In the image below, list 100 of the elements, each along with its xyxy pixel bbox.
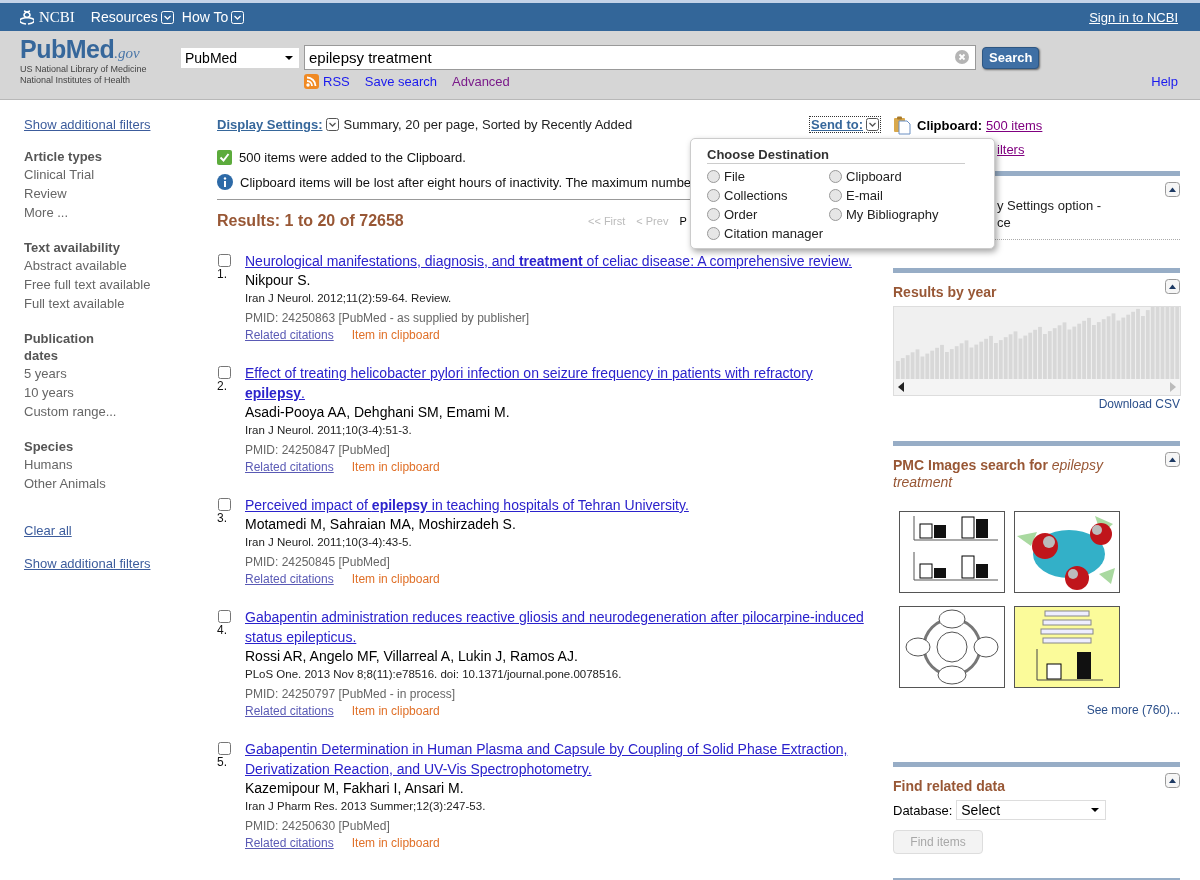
option-label[interactable]: Collections: [724, 188, 788, 203]
search-button[interactable]: Search: [982, 46, 1040, 69]
filters-link[interactable]: ilters: [997, 141, 1025, 158]
logo-subtitle: US National Library of Medicine: [20, 64, 148, 75]
related-citations-link[interactable]: Related citations: [245, 460, 334, 474]
clear-all-link[interactable]: Clear all: [24, 523, 72, 538]
clipboard-icon: [893, 116, 911, 135]
scroll-left-icon[interactable]: [898, 382, 904, 392]
related-citations-link[interactable]: Related citations: [245, 704, 334, 718]
download-csv-link[interactable]: Download CSV: [1098, 397, 1180, 411]
clipboard-status: Item in clipboard: [351, 328, 440, 342]
radio-button[interactable]: [707, 208, 720, 221]
search-field[interactable]: epilepsy treatment: [304, 45, 976, 70]
radio-button[interactable]: [707, 189, 720, 202]
radio-button[interactable]: [829, 189, 842, 202]
collapse-button[interactable]: [1165, 452, 1180, 467]
filter-item[interactable]: 10 years: [24, 383, 193, 402]
database-select[interactable]: Select: [956, 800, 1107, 820]
chevron-icon[interactable]: [866, 118, 879, 131]
result-checkbox[interactable]: [218, 254, 231, 267]
result-number: 2.: [217, 379, 227, 393]
result-citation: Iran J Neurol. 2011;10(3-4):43-5.: [245, 535, 413, 550]
radio-button[interactable]: [829, 208, 842, 221]
radio-button[interactable]: [707, 227, 720, 240]
filter-item[interactable]: Free full text available: [24, 275, 193, 294]
header-link[interactable]: Save search: [364, 74, 437, 89]
filter-item[interactable]: Humans: [24, 455, 193, 474]
result-pmid: PMID: 24250845 [PubMed]: [245, 554, 391, 571]
option-label[interactable]: Clipboard: [846, 169, 902, 184]
see-more-link[interactable]: See more (760)...: [1086, 703, 1180, 717]
filter-item[interactable]: Custom range...: [24, 402, 193, 421]
option-label[interactable]: Citation manager: [724, 226, 823, 241]
result-number: 1.: [217, 267, 227, 281]
database-label: Database:: [893, 802, 953, 818]
filter-group-title: Text availability: [24, 239, 121, 256]
result-title-link[interactable]: Gabapentin administration reduces reactive gliosis and neurodegeneration after pilocarpine-induced status epilepticus.: [245, 607, 870, 647]
filter-group-title: Publication dates: [24, 330, 96, 364]
display-settings-link[interactable]: Display Settings:: [217, 117, 323, 132]
section-title: PMC Images search for epilepsy treatment: [893, 456, 1105, 491]
result-title-link[interactable]: Gabapentin Determination in Human Plasma and Capsule by Coupling of Solid Phase Extraction, Derivatization Reaction, and UV-Vis Spectrophotometry.: [245, 739, 870, 779]
clipboard-count-link[interactable]: 500 items: [986, 118, 1043, 133]
collapse-button[interactable]: [1165, 773, 1180, 788]
result-number: 5.: [217, 755, 227, 769]
result-title-link[interactable]: Perceived impact of epilepsy in teaching hospitals of Tehran University.: [245, 495, 870, 515]
send-to-button[interactable]: Send to:: [810, 117, 880, 132]
database-select[interactable]: PubMed: [180, 46, 300, 69]
result-authors: Motamedi M, Sahraian MA, Moshirzadeh S.: [245, 515, 517, 534]
message-text: 500 items were added to the Clipboard.: [239, 150, 466, 165]
filter-item[interactable]: More ...: [24, 203, 193, 222]
help-link[interactable]: Help: [1151, 74, 1178, 89]
filter-group-title: Species: [24, 438, 75, 455]
results-count: Results: 1 to 20 of 72658: [217, 212, 405, 230]
related-citations-link[interactable]: Related citations: [245, 836, 334, 850]
filter-item[interactable]: Clinical Trial: [24, 165, 193, 184]
collapse-button[interactable]: [1165, 182, 1180, 197]
result-number: 3.: [217, 511, 227, 525]
radio-button[interactable]: [707, 170, 720, 183]
option-label[interactable]: My Bibliography: [846, 207, 939, 222]
option-label[interactable]: File: [724, 169, 745, 184]
result-authors: Asadi-Pooya AA, Dehghani SM, Emami M.: [245, 403, 511, 422]
result-checkbox[interactable]: [218, 742, 231, 755]
filter-item[interactable]: 5 years: [24, 364, 193, 383]
related-citations-link[interactable]: Related citations: [245, 328, 334, 342]
filter-item[interactable]: Abstract available: [24, 256, 193, 275]
result-checkbox[interactable]: [218, 366, 231, 379]
result-authors: Kazemipour M, Fakhari I, Ansari M.: [245, 779, 465, 798]
result-authors: Nikpour S.: [245, 271, 312, 290]
result-title-link[interactable]: Effect of treating helicobacter pylori infection on seizure frequency in patients with refractory epilepsy.: [245, 363, 870, 403]
chevron-icon[interactable]: [326, 118, 340, 131]
caret-icon: [285, 55, 293, 60]
option-label[interactable]: Order: [724, 207, 758, 222]
result-title-link[interactable]: Neurological manifestations, diagnosis, and treatment of celiac disease: A comprehensive review.: [245, 251, 870, 271]
rss-icon[interactable]: [304, 74, 319, 89]
filters-link[interactable]: Show additional filters: [24, 117, 151, 132]
related-citations-link[interactable]: Related citations: [245, 572, 334, 586]
collapse-button[interactable]: [1165, 279, 1180, 294]
message-text: Clipboard items will be lost after eight hours of inactivity. The maximum numbe: [240, 174, 692, 190]
radio-button[interactable]: [829, 170, 842, 183]
settings-text: y Settings option -: [997, 197, 1103, 214]
option-label[interactable]: E-mail: [846, 188, 883, 203]
sign-in-link[interactable]: Sign in to NCBI: [1089, 9, 1178, 25]
menu-button[interactable]: How To: [181, 9, 245, 25]
filter-item[interactable]: Full text available: [24, 294, 193, 313]
result-checkbox[interactable]: [218, 610, 231, 623]
ncbi-logo[interactable]: NCBI: [20, 8, 75, 26]
menu-button[interactable]: Resources: [90, 9, 174, 25]
section-title: Results by year: [893, 283, 998, 301]
filters-link[interactable]: Show additional filters: [24, 556, 151, 571]
header-link[interactable]: Advanced: [452, 74, 510, 89]
pager-link[interactable]: P: [679, 215, 687, 227]
result-pmid: PMID: 24250630 [PubMed]: [245, 818, 391, 835]
result-checkbox[interactable]: [218, 498, 231, 511]
info-icon: [217, 174, 233, 190]
section-title: Find related data: [893, 777, 1007, 795]
filter-item[interactable]: Review: [24, 184, 193, 203]
filter-item[interactable]: Other Animals: [24, 474, 193, 493]
scrollbar[interactable]: [894, 379, 1180, 395]
result-citation: Iran J Neurol. 2012;11(2):59-64. Review.: [245, 291, 453, 306]
header-link[interactable]: RSS: [323, 74, 350, 89]
pubmed-logo[interactable]: PubMed.gov: [20, 35, 140, 64]
